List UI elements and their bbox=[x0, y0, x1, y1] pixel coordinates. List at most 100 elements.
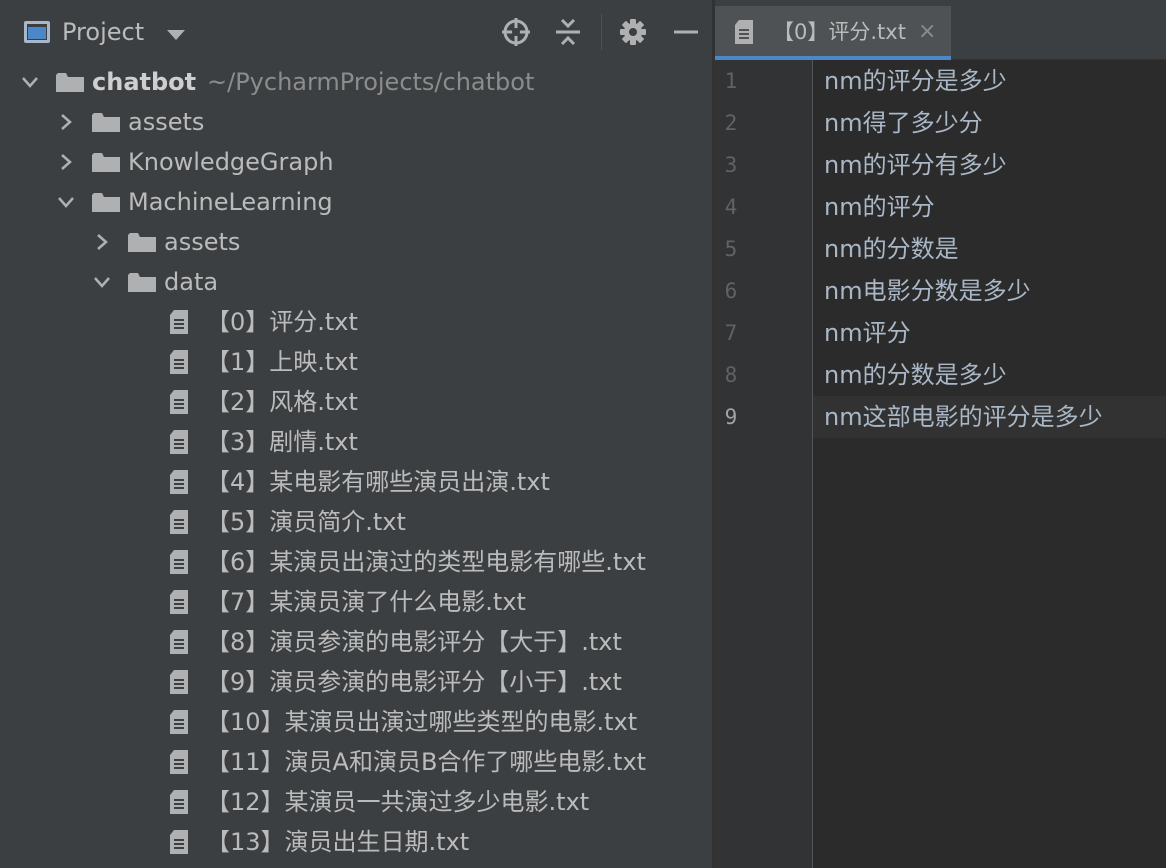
text-file-icon bbox=[170, 630, 188, 654]
tree-item-label: 【13】演员出生日期.txt bbox=[206, 828, 470, 856]
editor-tab-label: 【0】评分.txt bbox=[773, 20, 906, 44]
text-file-icon bbox=[170, 710, 188, 734]
chevron-down-icon[interactable] bbox=[56, 192, 76, 212]
tree-item-chatbot[interactable]: chatbot ~/PycharmProjects/chatbot bbox=[0, 62, 712, 102]
text-file-icon bbox=[170, 790, 188, 814]
line-number: 2 bbox=[724, 111, 738, 135]
folder-icon bbox=[56, 73, 84, 92]
tree-item-file[interactable]: 【1】上映.txt bbox=[0, 342, 712, 382]
text-file-icon bbox=[170, 430, 188, 454]
text-file-icon bbox=[170, 390, 188, 414]
folder-icon bbox=[128, 273, 156, 292]
code-line[interactable]: nm的评分是多少 bbox=[824, 60, 1007, 102]
code-line-current[interactable]: nm这部电影的评分是多少 bbox=[824, 396, 1103, 438]
close-icon[interactable]: × bbox=[918, 19, 936, 45]
tree-item-label: 【8】演员参演的电影评分【大于】.txt bbox=[206, 628, 622, 656]
tree-item-file[interactable]: 【6】某演员出演过的类型电影有哪些.txt bbox=[0, 542, 712, 582]
editor-tab-bar: 【0】评分.txt × bbox=[715, 0, 1166, 60]
text-file-icon bbox=[170, 550, 188, 574]
code-line[interactable]: nm的评分有多少 bbox=[824, 144, 1007, 186]
chevron-down-icon[interactable] bbox=[20, 72, 40, 92]
line-number: 4 bbox=[724, 195, 738, 219]
tree-item-label: data bbox=[164, 268, 219, 296]
text-file-icon bbox=[170, 310, 188, 334]
tree-item-file[interactable]: 【5】演员简介.txt bbox=[0, 502, 712, 542]
tree-item-file[interactable]: 【7】某演员演了什么电影.txt bbox=[0, 582, 712, 622]
tree-item-label: 【4】某电影有哪些演员出演.txt bbox=[206, 468, 550, 496]
project-tree: chatbot ~/PycharmProjects/chatbot assets… bbox=[0, 62, 712, 868]
text-file-icon bbox=[170, 830, 188, 854]
line-number: 3 bbox=[724, 153, 738, 177]
code-line[interactable]: nm得了多少分 bbox=[824, 102, 983, 144]
tree-item-label: 【2】风格.txt bbox=[206, 388, 358, 416]
tree-item-label: 【12】某演员一共演过多少电影.txt bbox=[206, 788, 590, 816]
code-line[interactable]: nm的分数是多少 bbox=[824, 354, 1007, 396]
tree-item-label: chatbot bbox=[92, 68, 197, 96]
code-line[interactable]: nm评分 bbox=[824, 312, 911, 354]
tree-item-label: 【1】上映.txt bbox=[206, 348, 358, 376]
project-window-icon bbox=[24, 21, 50, 43]
chevron-right-icon[interactable] bbox=[92, 232, 112, 252]
tree-item-file[interactable]: 【10】某演员出演过哪些类型的电影.txt bbox=[0, 702, 712, 742]
tree-item-label: 【11】演员A和演员B合作了哪些电影.txt bbox=[206, 748, 647, 776]
folder-icon bbox=[92, 113, 120, 132]
text-file-icon bbox=[170, 670, 188, 694]
tree-item-label: assets bbox=[164, 228, 241, 256]
toolbar-separator bbox=[601, 14, 602, 50]
minimize-icon[interactable] bbox=[670, 16, 702, 48]
folder-icon bbox=[128, 233, 156, 252]
locate-icon[interactable] bbox=[500, 16, 532, 48]
tree-item-assets[interactable]: assets bbox=[0, 222, 712, 262]
tree-item-label: 【6】某演员出演过的类型电影有哪些.txt bbox=[206, 548, 646, 576]
line-number: 7 bbox=[724, 321, 738, 345]
line-number: 1 bbox=[724, 69, 738, 93]
tree-item-file[interactable]: 【4】某电影有哪些演员出演.txt bbox=[0, 462, 712, 502]
tree-item-assets[interactable]: assets bbox=[0, 102, 712, 142]
collapse-all-icon[interactable] bbox=[552, 16, 584, 48]
tree-item-machinelearning[interactable]: MachineLearning bbox=[0, 182, 712, 222]
code-line[interactable]: nm电影分数是多少 bbox=[824, 270, 1031, 312]
text-file-icon bbox=[170, 750, 188, 774]
project-path: ~/PycharmProjects/chatbot bbox=[207, 68, 535, 96]
project-tool-window: Project chatbot ~/PycharmProjects/chatbo… bbox=[0, 0, 712, 868]
chevron-down-icon[interactable] bbox=[92, 272, 112, 292]
tree-item-data[interactable]: data bbox=[0, 262, 712, 302]
tree-item-knowledgegraph[interactable]: KnowledgeGraph bbox=[0, 142, 712, 182]
tree-item-file[interactable]: 【12】某演员一共演过多少电影.txt bbox=[0, 782, 712, 822]
tree-item-file[interactable]: 【8】演员参演的电影评分【大于】.txt bbox=[0, 622, 712, 662]
gear-icon[interactable] bbox=[617, 16, 649, 48]
tree-item-file[interactable]: 【2】风格.txt bbox=[0, 382, 712, 422]
text-file-icon bbox=[170, 470, 188, 494]
folder-icon bbox=[92, 193, 120, 212]
project-header: Project bbox=[0, 0, 712, 62]
editor: 【0】评分.txt × 1 nm的评分是多少 2 nm得了多少分 3 nm的评分… bbox=[715, 0, 1166, 868]
tree-item-file[interactable]: 【11】演员A和演员B合作了哪些电影.txt bbox=[0, 742, 712, 782]
line-number: 5 bbox=[724, 237, 738, 261]
code-line[interactable]: nm的评分 bbox=[824, 186, 935, 228]
gutter-separator bbox=[812, 60, 813, 868]
tree-item-file[interactable]: 【3】剧情.txt bbox=[0, 422, 712, 462]
code-line[interactable]: nm的分数是 bbox=[824, 228, 959, 270]
folder-icon bbox=[92, 153, 120, 172]
text-file-icon bbox=[735, 20, 753, 44]
chevron-right-icon[interactable] bbox=[56, 112, 76, 132]
text-file-icon bbox=[170, 510, 188, 534]
chevron-down-icon[interactable] bbox=[167, 30, 185, 40]
tree-item-file[interactable]: 【0】评分.txt bbox=[0, 302, 712, 342]
tree-item-file[interactable]: 【13】演员出生日期.txt bbox=[0, 822, 712, 862]
project-view-selector[interactable]: Project bbox=[62, 16, 144, 48]
tree-item-label: 【10】某演员出演过哪些类型的电影.txt bbox=[206, 708, 638, 736]
tree-item-label: MachineLearning bbox=[128, 188, 333, 216]
tree-item-label: KnowledgeGraph bbox=[128, 148, 334, 176]
tree-item-label: 【0】评分.txt bbox=[206, 308, 358, 336]
editor-tab[interactable]: 【0】评分.txt × bbox=[715, 6, 951, 60]
text-file-icon bbox=[170, 350, 188, 374]
tree-item-label: 【5】演员简介.txt bbox=[206, 508, 406, 536]
line-number-current: 9 bbox=[724, 405, 738, 429]
chevron-right-icon[interactable] bbox=[56, 152, 76, 172]
tree-item-label: 【7】某演员演了什么电影.txt bbox=[206, 588, 526, 616]
tree-item-label: 【3】剧情.txt bbox=[206, 428, 358, 456]
tree-item-file[interactable]: 【9】演员参演的电影评分【小于】.txt bbox=[0, 662, 712, 702]
line-number: 6 bbox=[724, 279, 738, 303]
line-number: 8 bbox=[724, 363, 738, 387]
